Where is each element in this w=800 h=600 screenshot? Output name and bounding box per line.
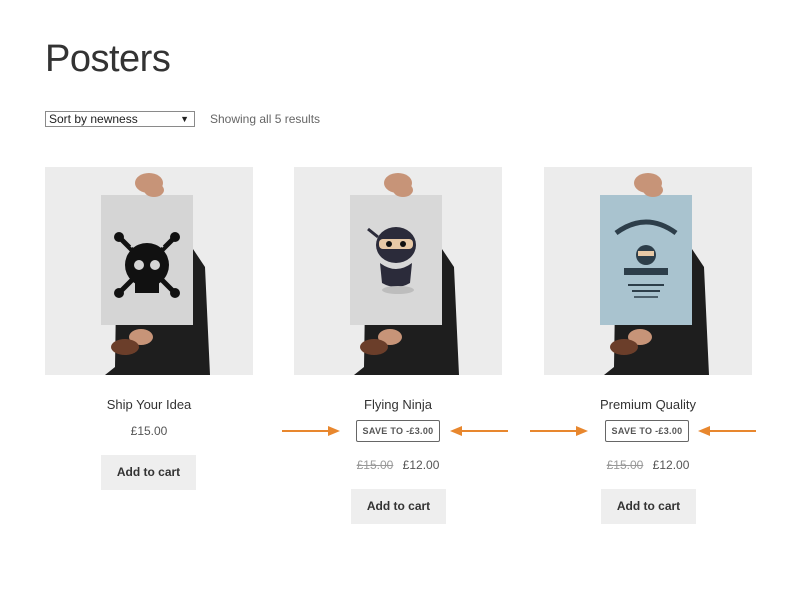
sale-price: £12.00	[402, 458, 440, 472]
sort-select[interactable]: Sort by newness ▼	[45, 111, 195, 127]
product-image-premium-quality[interactable]	[544, 167, 752, 375]
arrow-right-icon	[282, 426, 340, 436]
price-value: £15.00	[130, 424, 168, 438]
product-title[interactable]: Ship Your Idea	[45, 397, 253, 412]
sale-badge: SAVE TO -£3.00	[356, 420, 440, 442]
product-price: £15.00 £12.00	[544, 458, 752, 472]
old-price: £15.00	[606, 458, 644, 472]
product-price: £15.00 £12.00	[294, 458, 502, 472]
arrow-left-icon	[450, 426, 508, 436]
add-to-cart-button[interactable]: Add to cart	[351, 489, 446, 524]
arrow-left-icon	[698, 426, 756, 436]
sale-badge: SAVE TO -£3.00	[605, 420, 689, 442]
chevron-down-icon: ▼	[180, 114, 189, 124]
product-title[interactable]: Premium Quality	[544, 397, 752, 412]
product-image-flying-ninja[interactable]	[294, 167, 502, 375]
results-count: Showing all 5 results	[210, 112, 321, 126]
product-price: £15.00	[45, 424, 253, 438]
product-image-ship-your-idea[interactable]	[45, 167, 253, 375]
old-price: £15.00	[356, 458, 394, 472]
add-to-cart-button[interactable]: Add to cart	[101, 455, 196, 490]
sort-select-value: Sort by newness	[49, 112, 138, 126]
arrow-right-icon	[530, 426, 588, 436]
sale-price: £12.00	[652, 458, 690, 472]
product-title[interactable]: Flying Ninja	[294, 397, 502, 412]
page-title: Posters	[45, 38, 171, 80]
add-to-cart-button[interactable]: Add to cart	[601, 489, 696, 524]
